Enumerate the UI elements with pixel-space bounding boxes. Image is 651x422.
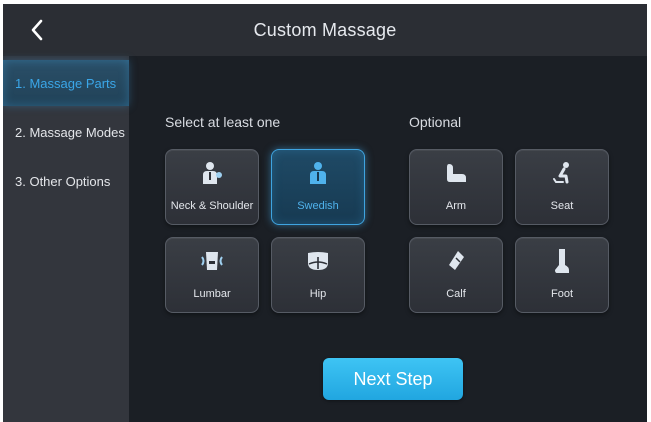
part-card-calf[interactable]: Calf	[409, 237, 503, 313]
part-card-seat[interactable]: Seat	[515, 149, 609, 225]
part-label: Lumbar	[193, 288, 231, 300]
sidebar-item-massage-modes[interactable]: 2. Massage Modes	[3, 109, 129, 155]
arm-icon	[443, 160, 469, 186]
part-label: Foot	[550, 288, 573, 300]
part-label: Hip	[309, 288, 327, 300]
chevron-left-icon	[31, 19, 43, 41]
part-label: Calf	[446, 288, 466, 300]
part-card-foot[interactable]: Foot	[515, 237, 609, 313]
sidebar-item-massage-parts[interactable]: 1. Massage Parts	[3, 60, 129, 106]
hip-icon	[305, 248, 331, 274]
part-label: Swedish	[297, 200, 339, 212]
part-card-hip[interactable]: Hip	[271, 237, 365, 313]
part-card-arm[interactable]: Arm	[409, 149, 503, 225]
top-bar: Custom Massage	[3, 4, 647, 56]
calf-icon	[443, 248, 469, 274]
sidebar-item-other-options[interactable]: 3. Other Options	[3, 158, 129, 204]
back-button[interactable]	[23, 16, 51, 44]
lumbar-icon	[199, 248, 225, 274]
part-label: Arm	[445, 200, 467, 212]
seat-icon	[549, 160, 575, 186]
page-title: Custom Massage	[253, 19, 397, 40]
neck-shoulder-icon	[199, 160, 225, 186]
required-section-label: Select at least one	[165, 114, 281, 130]
part-label: Seat	[550, 200, 574, 212]
sidebar: 1. Massage Parts 2. Massage Modes 3. Oth…	[3, 56, 129, 422]
part-label: Neck & Shoulder	[170, 200, 254, 212]
massage-screen: Custom Massage 1. Massage Parts 2. Massa…	[3, 4, 647, 422]
part-card-swedish[interactable]: Swedish	[271, 149, 365, 225]
foot-icon	[549, 248, 575, 274]
next-step-button[interactable]: Next Step	[323, 358, 463, 400]
swedish-icon	[305, 160, 331, 186]
part-card-neck-shoulder[interactable]: Neck & Shoulder	[165, 149, 259, 225]
part-card-lumbar[interactable]: Lumbar	[165, 237, 259, 313]
optional-section-label: Optional	[409, 114, 462, 130]
